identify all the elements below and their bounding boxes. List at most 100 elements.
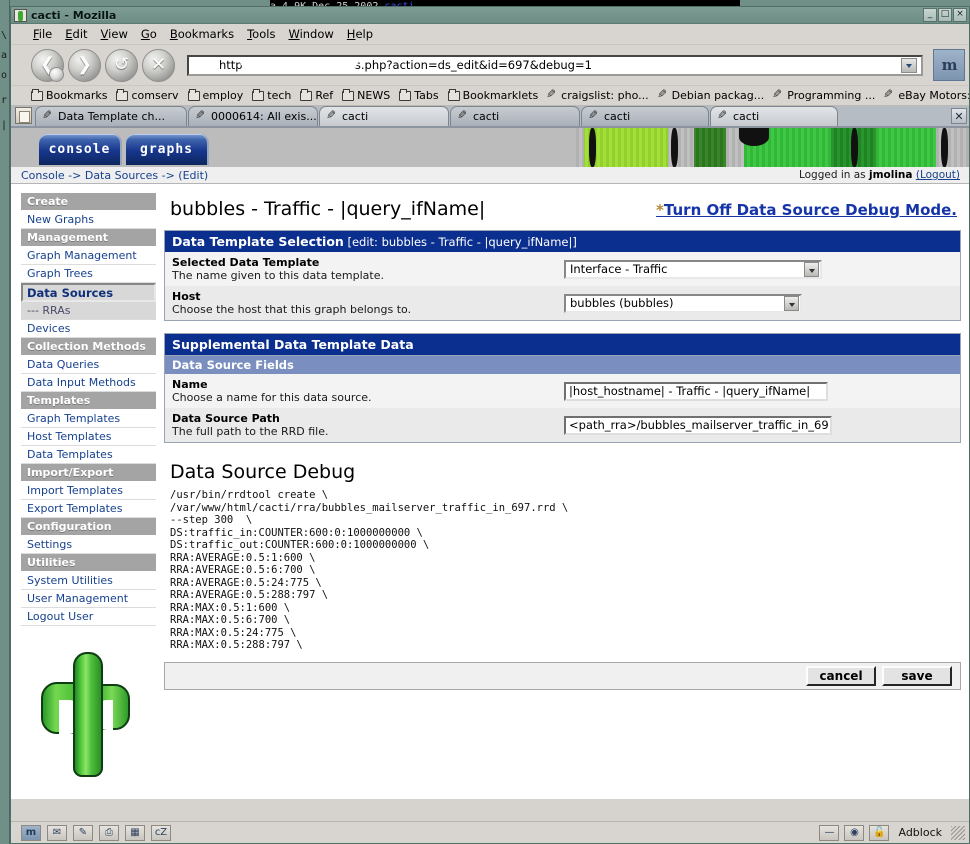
tab-console[interactable]: console xyxy=(39,134,122,165)
chatzilla-icon[interactable]: cZ xyxy=(151,824,171,841)
bookmark-item[interactable]: comserv xyxy=(116,88,179,102)
page-icon[interactable]: ⎙ xyxy=(99,824,119,841)
sidebar-head-templates: Templates xyxy=(21,392,156,410)
connection-icon[interactable]: — xyxy=(819,824,840,841)
field-label: Host xyxy=(172,290,201,303)
menu-go[interactable]: Go xyxy=(141,27,157,41)
tab-data-template[interactable]: Data Template ch... xyxy=(35,106,187,126)
sidebar-item-data-queries[interactable]: Data Queries xyxy=(21,356,156,374)
menu-file[interactable]: FFileile xyxy=(33,27,52,41)
menu-window[interactable]: Window xyxy=(288,27,333,41)
sidebar-head-collection-methods: Collection Methods xyxy=(21,338,156,356)
mozilla-throbber-icon[interactable]: m xyxy=(933,49,965,81)
sidebar-item-graph-templates[interactable]: Graph Templates xyxy=(21,410,156,428)
bookmark-item[interactable]: tech xyxy=(252,88,292,102)
adblock-status[interactable]: Adblock xyxy=(894,826,946,839)
menu-tools[interactable]: Tools xyxy=(247,27,275,41)
minimize-button[interactable]: _ xyxy=(923,8,937,22)
cancel-button[interactable]: cancel xyxy=(806,665,876,686)
toggle-debug-mode-link[interactable]: *Turn Off Data Source Debug Mode. xyxy=(656,201,957,219)
sidebar-item-host-templates[interactable]: Host Templates xyxy=(21,428,156,446)
bookmark-item[interactable]: eBay Motors: ... xyxy=(884,89,969,102)
menu-help[interactable]: Help xyxy=(347,27,373,41)
close-button[interactable]: × xyxy=(953,8,967,22)
resize-grip[interactable] xyxy=(951,825,965,840)
bookmark-item[interactable]: NEWS xyxy=(342,88,390,102)
sidebar-item-graph-trees[interactable]: Graph Trees xyxy=(21,265,156,283)
bookmark-item[interactable]: Programming ... xyxy=(773,89,875,102)
sidebar-item-rras[interactable]: --- RRAs xyxy=(21,302,156,320)
sidebar-item-logout-user[interactable]: Logout User xyxy=(21,608,156,626)
main-content: bubbles - Traffic - |query_ifName| *Turn… xyxy=(156,184,969,798)
menu-edit[interactable]: Edit xyxy=(65,27,87,41)
field-label: Name xyxy=(172,378,208,391)
logout-link[interactable]: (Logout) xyxy=(916,169,960,181)
security-lock-icon[interactable]: 🔓 xyxy=(869,824,890,841)
mozilla-icon[interactable]: m xyxy=(21,824,41,841)
new-tab-icon[interactable] xyxy=(15,107,32,124)
sidebar-head-utilities: Utilities xyxy=(21,554,156,572)
forward-icon[interactable]: ❯ xyxy=(68,48,101,82)
menu-view[interactable]: View xyxy=(101,27,128,41)
bookmark-item[interactable]: craigslist: pho... xyxy=(547,89,648,102)
panel-title: Data Template Selection [edit: bubbles -… xyxy=(165,231,960,252)
back-icon[interactable]: ❮ xyxy=(31,48,64,82)
reload-icon[interactable]: ↺ xyxy=(105,48,138,82)
bookmark-item[interactable]: Bookmarks xyxy=(31,88,107,102)
status-bar-right: — ◉ 🔓 Adblock xyxy=(819,824,967,841)
field-label: Data Source Path xyxy=(172,412,280,425)
supplemental-data-template-panel: Supplemental Data Template Data Data Sou… xyxy=(164,333,961,443)
bookmark-item[interactable]: Tabs xyxy=(399,88,439,102)
maximize-button[interactable]: □ xyxy=(938,8,952,22)
chevron-down-icon[interactable] xyxy=(784,295,799,311)
address-bar[interactable]: http: .cacti/data_sources.php?action=ds_… xyxy=(187,54,923,76)
cactus-logo xyxy=(29,642,144,787)
tab-cacti-1[interactable]: cacti xyxy=(319,106,449,126)
bookmark-item[interactable]: Debian packag... xyxy=(658,89,765,102)
chevron-down-icon[interactable] xyxy=(901,57,917,73)
tab-cacti-3[interactable]: cacti xyxy=(581,106,709,126)
breadcrumb[interactable]: Console -> Data Sources -> (Edit) xyxy=(21,169,208,182)
sidebar-head-configuration: Configuration xyxy=(21,518,156,536)
bookmark-item[interactable]: employ xyxy=(187,88,243,102)
bookmark-item[interactable]: Bookmarklets xyxy=(447,88,538,102)
tab-cacti-4[interactable]: cacti xyxy=(710,106,838,126)
window-titlebar: cacti - Mozilla _ □ × xyxy=(11,7,969,24)
sidebar-item-import-templates[interactable]: Import Templates xyxy=(21,482,156,500)
login-username: jmolina xyxy=(868,169,913,181)
folder-icon xyxy=(187,88,200,101)
name-input[interactable]: |host_hostname| - Traffic - |query_ifNam… xyxy=(564,381,828,401)
stop-icon[interactable]: ✕ xyxy=(142,48,175,82)
selected-data-template-select[interactable]: Interface - Traffic xyxy=(564,259,822,279)
cactus-banner-graphic xyxy=(576,128,969,167)
sidebar-item-data-templates[interactable]: Data Templates xyxy=(21,446,156,464)
sidebar-item-export-templates[interactable]: Export Templates xyxy=(21,500,156,518)
tab-label: cacti xyxy=(473,110,500,123)
tab-bug-0000614[interactable]: 0000614: All exis... xyxy=(188,106,318,126)
close-tab-icon[interactable]: ✕ xyxy=(951,108,967,124)
data-source-path-input[interactable]: <path_rra>/bubbles_mailserver_traffic_in… xyxy=(564,415,832,435)
sidebar-item-graph-management[interactable]: Graph Management xyxy=(21,247,156,265)
sidebar-item-data-sources[interactable]: Data Sources xyxy=(21,283,156,302)
tab-graphs[interactable]: graphs xyxy=(126,134,209,165)
sidebar-item-settings[interactable]: Settings xyxy=(21,536,156,554)
sidebar-item-system-utilities[interactable]: System Utilities xyxy=(21,572,156,590)
sidebar-item-data-input-methods[interactable]: Data Input Methods xyxy=(21,374,156,392)
sidebar-item-new-graphs[interactable]: New Graphs xyxy=(21,211,156,229)
status-bar: m ✉ ✎ ⎙ ▦ cZ — ◉ 🔓 Adblock xyxy=(11,821,969,843)
compose-icon[interactable]: ✎ xyxy=(73,824,93,841)
save-button[interactable]: save xyxy=(882,665,952,686)
sidebar-item-devices[interactable]: Devices xyxy=(21,320,156,338)
menu-bookmarks[interactable]: Bookmarks xyxy=(170,27,234,41)
chevron-down-icon[interactable] xyxy=(804,261,819,277)
bookmark-item[interactable]: Ref xyxy=(300,88,333,102)
bookmark-label: tech xyxy=(267,89,292,102)
cookie-icon[interactable]: ◉ xyxy=(844,824,865,841)
host-select[interactable]: bubbles (bubbles) xyxy=(564,293,802,313)
tab-cacti-2[interactable]: cacti xyxy=(450,106,580,126)
mail-icon[interactable]: ✉ xyxy=(47,824,67,841)
sidebar-item-user-management[interactable]: User Management xyxy=(21,590,156,608)
bookmark-icon xyxy=(773,90,784,101)
toggle-debug-mode-label: Turn Off Data Source Debug Mode. xyxy=(663,201,957,219)
composer-icon[interactable]: ▦ xyxy=(125,824,145,841)
